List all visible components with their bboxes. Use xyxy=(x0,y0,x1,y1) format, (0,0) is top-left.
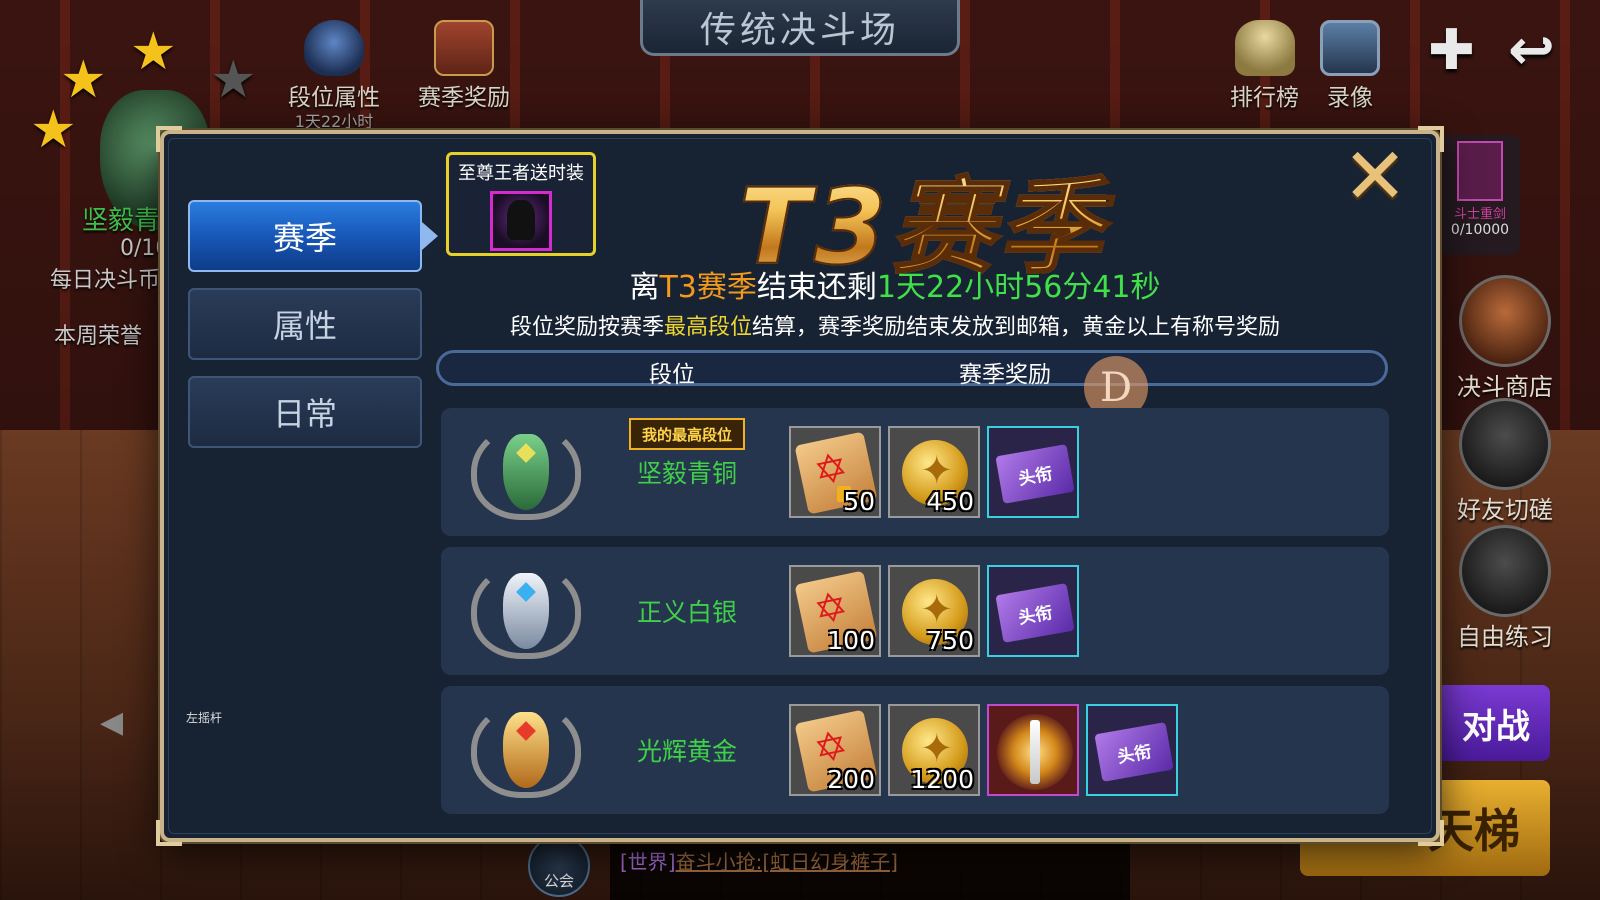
timer-season: T3赛季 xyxy=(659,270,757,305)
title-ticket-icon: 头衔 xyxy=(995,583,1075,643)
reward-items: 50 450 头衔 xyxy=(789,426,1079,518)
close-icon[interactable]: ✕ xyxy=(1340,138,1410,216)
duel-shop-button[interactable]: 决斗商店 xyxy=(1450,275,1560,402)
season-note: 段位奖励按赛季最高段位结算，赛季奖励结束发放到邮箱，黄金以上有称号奖励 xyxy=(164,309,1436,341)
rank-column-header: 段位 xyxy=(649,362,695,388)
rank-name-label: 坚毅青 xyxy=(82,206,161,236)
chat-channel: [世界] xyxy=(620,850,676,874)
gold-rank-icon xyxy=(471,702,581,798)
timer-prefix: 离 xyxy=(629,270,660,305)
note-part1: 段位奖励按赛季 xyxy=(509,315,664,340)
weapon-skin-icon xyxy=(997,714,1073,790)
reward-item-title[interactable]: 头衔 xyxy=(1086,704,1178,796)
sword-icon xyxy=(1457,141,1503,201)
rank-name: 坚毅青铜 xyxy=(637,459,738,488)
season-reward-label: 赛季奖励 xyxy=(418,85,510,111)
friend-spar-label: 好友切磋 xyxy=(1457,496,1553,524)
costume-icon xyxy=(490,191,552,251)
item-quantity: 450 xyxy=(926,487,974,516)
reward-list: 我的最高段位 坚毅青铜 50 450 头衔 xyxy=(441,408,1389,825)
reward-table-header: 段位 赛季奖励 xyxy=(436,350,1388,388)
reward-item-scroll[interactable]: 50 xyxy=(789,426,881,518)
frame-corner xyxy=(1418,126,1444,152)
promo-card[interactable]: 至尊王者送时装 xyxy=(446,152,596,256)
note-part2: 结算，赛季奖励结束发放到邮箱，黄金以上有称号奖励 xyxy=(752,315,1281,340)
chat-bar[interactable]: [世界]奋斗小抢:[虹日幻身裤子] xyxy=(610,840,1130,900)
free-practice-button[interactable]: 自由练习 xyxy=(1450,525,1560,652)
frame-corner xyxy=(1418,820,1444,846)
rank-attributes-timer: 1天22小时 xyxy=(294,112,374,131)
reward-column-header: 赛季奖励 xyxy=(959,362,1051,388)
promo-title: 至尊王者送时装 xyxy=(458,163,584,184)
arrow-left-icon[interactable]: ◀ xyxy=(100,705,123,740)
joystick-label: 左摇杆 xyxy=(186,711,223,725)
leaderboard-label: 排行榜 xyxy=(1230,85,1299,111)
reward-item-weapon-skin[interactable] xyxy=(987,704,1079,796)
chest-icon xyxy=(434,20,494,76)
sword-name: 斗士重剑 xyxy=(1453,207,1506,222)
season-reward-button[interactable]: 赛季奖励 xyxy=(418,20,510,112)
rank-attributes-label: 段位属性 xyxy=(288,85,380,111)
table-row: 光辉黄金 200 1200 头衔 xyxy=(441,686,1389,814)
reward-item-coin[interactable]: 1200 xyxy=(888,704,980,796)
table-row: 正义白银 100 750 头衔 xyxy=(441,547,1389,675)
sword-progress: 0/10000 xyxy=(1450,222,1510,238)
reward-item-scroll[interactable]: 200 xyxy=(789,704,881,796)
timer-remaining: 1天22小时56分41秒 xyxy=(876,270,1161,305)
replay-label: 录像 xyxy=(1327,85,1373,111)
shield-icon xyxy=(304,20,364,76)
season-timer: 离T3赛季结束还剩1天22小时56分41秒 xyxy=(164,262,1436,306)
leaderboard-button[interactable]: 排行榜 xyxy=(1230,20,1299,112)
shop-icon xyxy=(1459,275,1551,367)
reward-items: 200 1200 头衔 xyxy=(789,704,1178,796)
sword-icon xyxy=(1459,525,1551,617)
back-icon[interactable]: ↩ xyxy=(1508,18,1555,83)
page-title: 传统决斗场 xyxy=(640,0,960,56)
weekly-honor-label: 本周荣誉 xyxy=(54,324,143,349)
chat-message: 奋斗小抢:[虹日幻身裤子] xyxy=(675,850,898,874)
guild-button[interactable]: 公会 xyxy=(528,835,590,897)
friend-spar-button[interactable]: 好友切磋 xyxy=(1450,398,1560,525)
tv-icon xyxy=(1320,20,1380,76)
silver-rank-icon xyxy=(471,563,581,659)
reward-item-title[interactable]: 头衔 xyxy=(987,565,1079,657)
replay-button[interactable]: 录像 xyxy=(1320,20,1380,112)
item-quantity: 100 xyxy=(827,626,875,655)
item-quantity: 1200 xyxy=(910,765,974,794)
rank-name: 光辉黄金 xyxy=(637,737,738,766)
item-quantity: 200 xyxy=(827,765,875,794)
timer-middle: 结束还剩 xyxy=(756,270,877,305)
season-modal: 赛季 属性 日常 左摇杆 至尊王者送时装 T3赛季 ✕ 离T3赛季结束还剩1天2… xyxy=(156,126,1444,846)
reward-item-title[interactable]: 头衔 xyxy=(987,426,1079,518)
title-ticket-icon: 头衔 xyxy=(1094,722,1174,782)
star-empty-icon: ★ xyxy=(210,50,257,110)
reward-item-coin[interactable]: 750 xyxy=(888,565,980,657)
note-highlight: 最高段位 xyxy=(663,315,752,340)
reward-item-scroll[interactable]: 100 xyxy=(789,565,881,657)
frame-corner xyxy=(156,820,182,846)
crossed-swords-icon xyxy=(1459,398,1551,490)
frame-corner xyxy=(156,126,182,152)
star-icon: ★ xyxy=(130,22,177,82)
max-rank-badge: 我的最高段位 xyxy=(629,418,745,450)
plus-icon[interactable]: ✚ xyxy=(1428,18,1475,83)
trophy-icon xyxy=(1234,20,1295,76)
title-ticket-icon: 头衔 xyxy=(995,444,1075,504)
reward-item-coin[interactable]: 450 xyxy=(888,426,980,518)
rank-name: 正义白银 xyxy=(637,598,738,627)
tab-daily[interactable]: 日常 xyxy=(188,376,422,448)
sword-reward-card[interactable]: 斗士重剑 0/10000 xyxy=(1440,135,1520,255)
daily-coin-label: 每日决斗币 xyxy=(50,268,161,293)
star-icon: ★ xyxy=(30,100,77,160)
reward-items: 100 750 头衔 xyxy=(789,565,1079,657)
rank-attributes-button[interactable]: 段位属性 1天22小时 xyxy=(288,20,380,132)
free-practice-label: 自由练习 xyxy=(1457,623,1553,651)
table-row: 我的最高段位 坚毅青铜 50 450 头衔 xyxy=(441,408,1389,536)
duel-shop-label: 决斗商店 xyxy=(1457,373,1553,401)
bronze-rank-icon xyxy=(471,424,581,520)
item-quantity: 50 xyxy=(843,487,875,516)
item-quantity: 750 xyxy=(926,626,974,655)
